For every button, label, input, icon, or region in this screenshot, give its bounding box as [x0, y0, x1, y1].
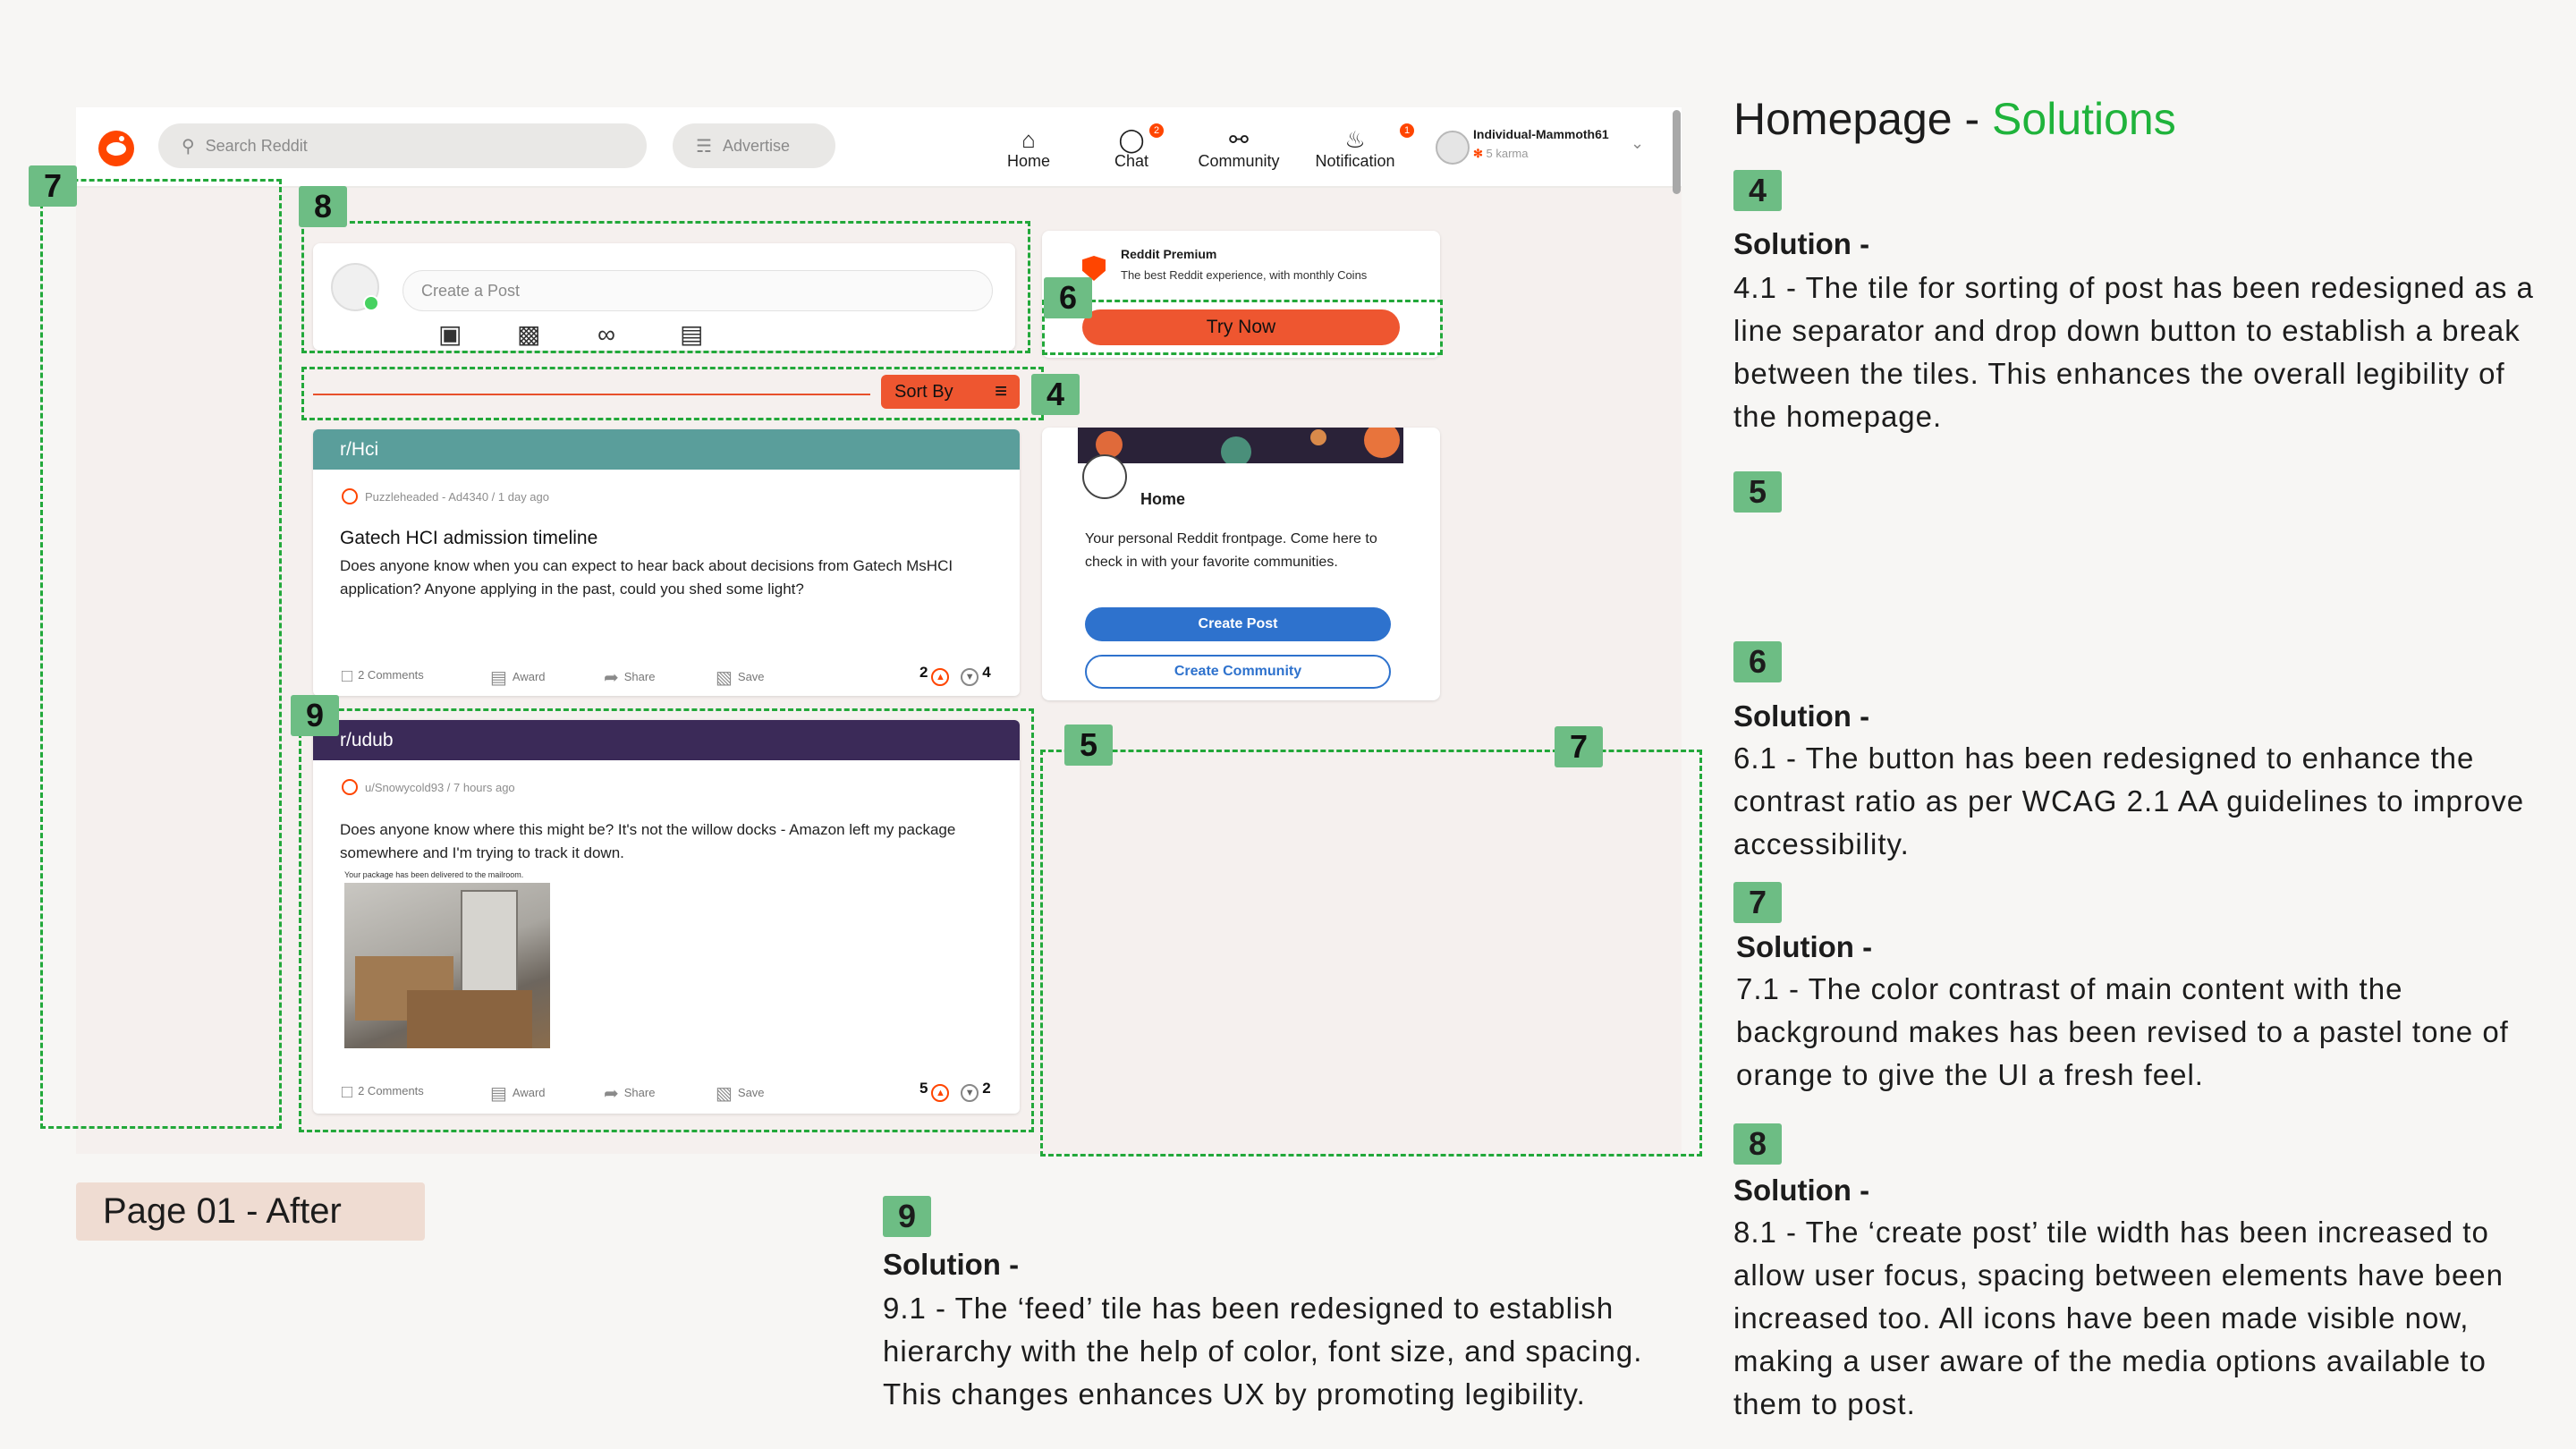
space-banner — [1078, 428, 1403, 463]
chevron-down-icon[interactable]: ⌄ — [1631, 134, 1644, 153]
chat-badge: 2 — [1149, 123, 1164, 138]
karma-count: ✻ 5 karma — [1473, 147, 1529, 161]
share-button[interactable]: ➦ Share — [604, 666, 655, 689]
user-menu[interactable]: Individual-Mammoth61 ✻ 5 karma ⌄ — [1436, 125, 1650, 170]
home-info-card: Home Your personal Reddit frontpage. Com… — [1042, 428, 1440, 700]
downvote-count: 4 — [982, 664, 991, 681]
search-icon: ⚲ — [182, 136, 195, 157]
post-meta: Puzzleheaded - Ad4340 / 1 day ago — [342, 488, 549, 504]
nav-chat-label: Chat — [1114, 152, 1149, 170]
nav-notification-label: Notification — [1315, 152, 1395, 170]
save-button[interactable]: ▧ Save — [716, 666, 765, 689]
share-label: Share — [623, 670, 656, 683]
annotation-tag-7: 7 — [1555, 726, 1603, 767]
annotation-box-5 — [1040, 750, 1702, 1157]
downvote-icon[interactable]: ▼ — [961, 668, 979, 686]
comment-icon: □ — [342, 666, 353, 686]
annotation-box-4 — [301, 367, 1044, 420]
post-subreddit[interactable]: r/Hci — [313, 429, 1020, 470]
user-avatar-icon — [342, 488, 358, 504]
scrollbar[interactable] — [1673, 110, 1681, 194]
award-label: Award — [512, 670, 546, 683]
solution-tag-7: 7 — [1733, 882, 1782, 923]
search-input[interactable]: ⚲ Search Reddit — [158, 123, 647, 168]
solution-4-heading: Solution - — [1733, 227, 1870, 260]
annotation-tag-4: 4 — [1031, 374, 1080, 415]
reddit-logo[interactable] — [98, 131, 134, 166]
share-icon: ➦ — [604, 668, 619, 688]
solution-tag-4: 4 — [1733, 170, 1782, 211]
post-meta-text: Puzzleheaded - Ad4340 / 1 day ago — [365, 490, 549, 504]
annotation-box-7-left — [40, 179, 282, 1129]
create-community-button[interactable]: Create Community — [1085, 655, 1391, 689]
top-navigation-bar: ⚲ Search Reddit ☴ Advertise ⌂ Home ◯ 2 Ch… — [76, 107, 1682, 188]
annotation-box-6 — [1042, 300, 1443, 355]
solution-6-text: 6.1 - The button has been redesigned to … — [1733, 741, 2525, 860]
heading-accent: Solutions — [1992, 94, 2176, 144]
nav-notification[interactable]: ♨ 1 Notification — [1301, 123, 1414, 171]
chat-icon: ◯ 2 — [1105, 123, 1164, 152]
heading-prefix: Homepage - — [1733, 94, 1993, 144]
nav-home-label: Home — [1006, 152, 1050, 170]
solution-tag-8: 8 — [1733, 1123, 1782, 1165]
bookmark-icon: ▧ — [716, 668, 733, 688]
bell-icon: ♨ 1 — [1301, 123, 1414, 152]
community-icon: ⚯ — [1229, 126, 1249, 153]
home-card-title: Home — [1140, 490, 1186, 508]
award-button[interactable]: ▤ Award — [490, 666, 546, 689]
avatar — [1436, 131, 1470, 165]
upvote-icon[interactable]: ▲ — [931, 668, 950, 686]
snoo-mascot-icon — [1082, 454, 1127, 499]
solution-8-text: 8.1 - The ‘create post’ tile width has b… — [1733, 1216, 2504, 1420]
premium-title: Reddit Premium — [1121, 247, 1217, 261]
page-label: Page 01 - After — [76, 1182, 425, 1241]
karma-icon: ✻ — [1473, 147, 1483, 160]
page-title: Homepage - Solutions — [1733, 93, 2176, 145]
solution-tag-9: 9 — [883, 1196, 931, 1237]
solution-7-text: 7.1 - The color contrast of main content… — [1736, 972, 2509, 1091]
nav-community-label: Community — [1198, 152, 1280, 170]
annotation-tag-8: 8 — [299, 186, 347, 227]
annotation-tag-7: 7 — [29, 165, 77, 207]
home-card-description: Your personal Reddit frontpage. Come her… — [1085, 531, 1377, 570]
comments-button[interactable]: □ 2 Comments — [342, 666, 424, 687]
solution-7-heading: Solution - — [1736, 930, 1873, 963]
nav-home[interactable]: ⌂ Home — [997, 127, 1060, 171]
username: Individual-Mammoth61 — [1473, 127, 1609, 141]
comments-label: 2 Comments — [358, 668, 424, 682]
solution-tag-5: 5 — [1733, 471, 1782, 513]
premium-description: The best Reddit experience, with monthly… — [1121, 268, 1368, 282]
solution-4-text: 4.1 - The tile for sorting of post has b… — [1733, 271, 2534, 433]
solution-8-heading: Solution - — [1733, 1174, 1870, 1207]
search-placeholder: Search Reddit — [205, 136, 308, 155]
post-title[interactable]: Gatech HCI admission timeline — [340, 528, 597, 549]
solution-9-text: 9.1 - The ‘feed’ tile has been redesigne… — [883, 1292, 1643, 1411]
annotation-tag-9: 9 — [291, 695, 339, 736]
post-body: Does anyone know when you can expect to … — [340, 557, 953, 597]
feed-post[interactable]: r/Hci Puzzleheaded - Ad4340 / 1 day ago … — [313, 429, 1020, 696]
nav-community[interactable]: ⚯ Community — [1190, 127, 1288, 171]
solution-6-heading: Solution - — [1733, 699, 1870, 733]
nav-chat[interactable]: ◯ 2 Chat — [1105, 123, 1164, 171]
karma-label: 5 karma — [1486, 147, 1529, 160]
annotation-tag-5: 5 — [1064, 724, 1113, 766]
megaphone-icon: ☴ — [696, 136, 712, 157]
advertise-button[interactable]: ☴ Advertise — [673, 123, 835, 168]
create-post-button[interactable]: Create Post — [1085, 607, 1391, 641]
annotation-box-8 — [301, 221, 1030, 353]
annotation-box-9 — [299, 708, 1034, 1132]
vote-controls: 2 ▲ ▼ 4 — [919, 664, 991, 686]
annotation-tag-6: 6 — [1044, 277, 1092, 318]
advertise-label: Advertise — [722, 136, 790, 155]
notification-badge: 1 — [1400, 123, 1414, 138]
solution-9-heading: Solution - — [883, 1248, 1020, 1281]
upvote-count: 2 — [919, 664, 928, 681]
solution-tag-6: 6 — [1733, 641, 1782, 682]
save-label: Save — [737, 670, 765, 683]
award-icon: ▤ — [490, 668, 507, 688]
home-icon: ⌂ — [1021, 126, 1036, 153]
